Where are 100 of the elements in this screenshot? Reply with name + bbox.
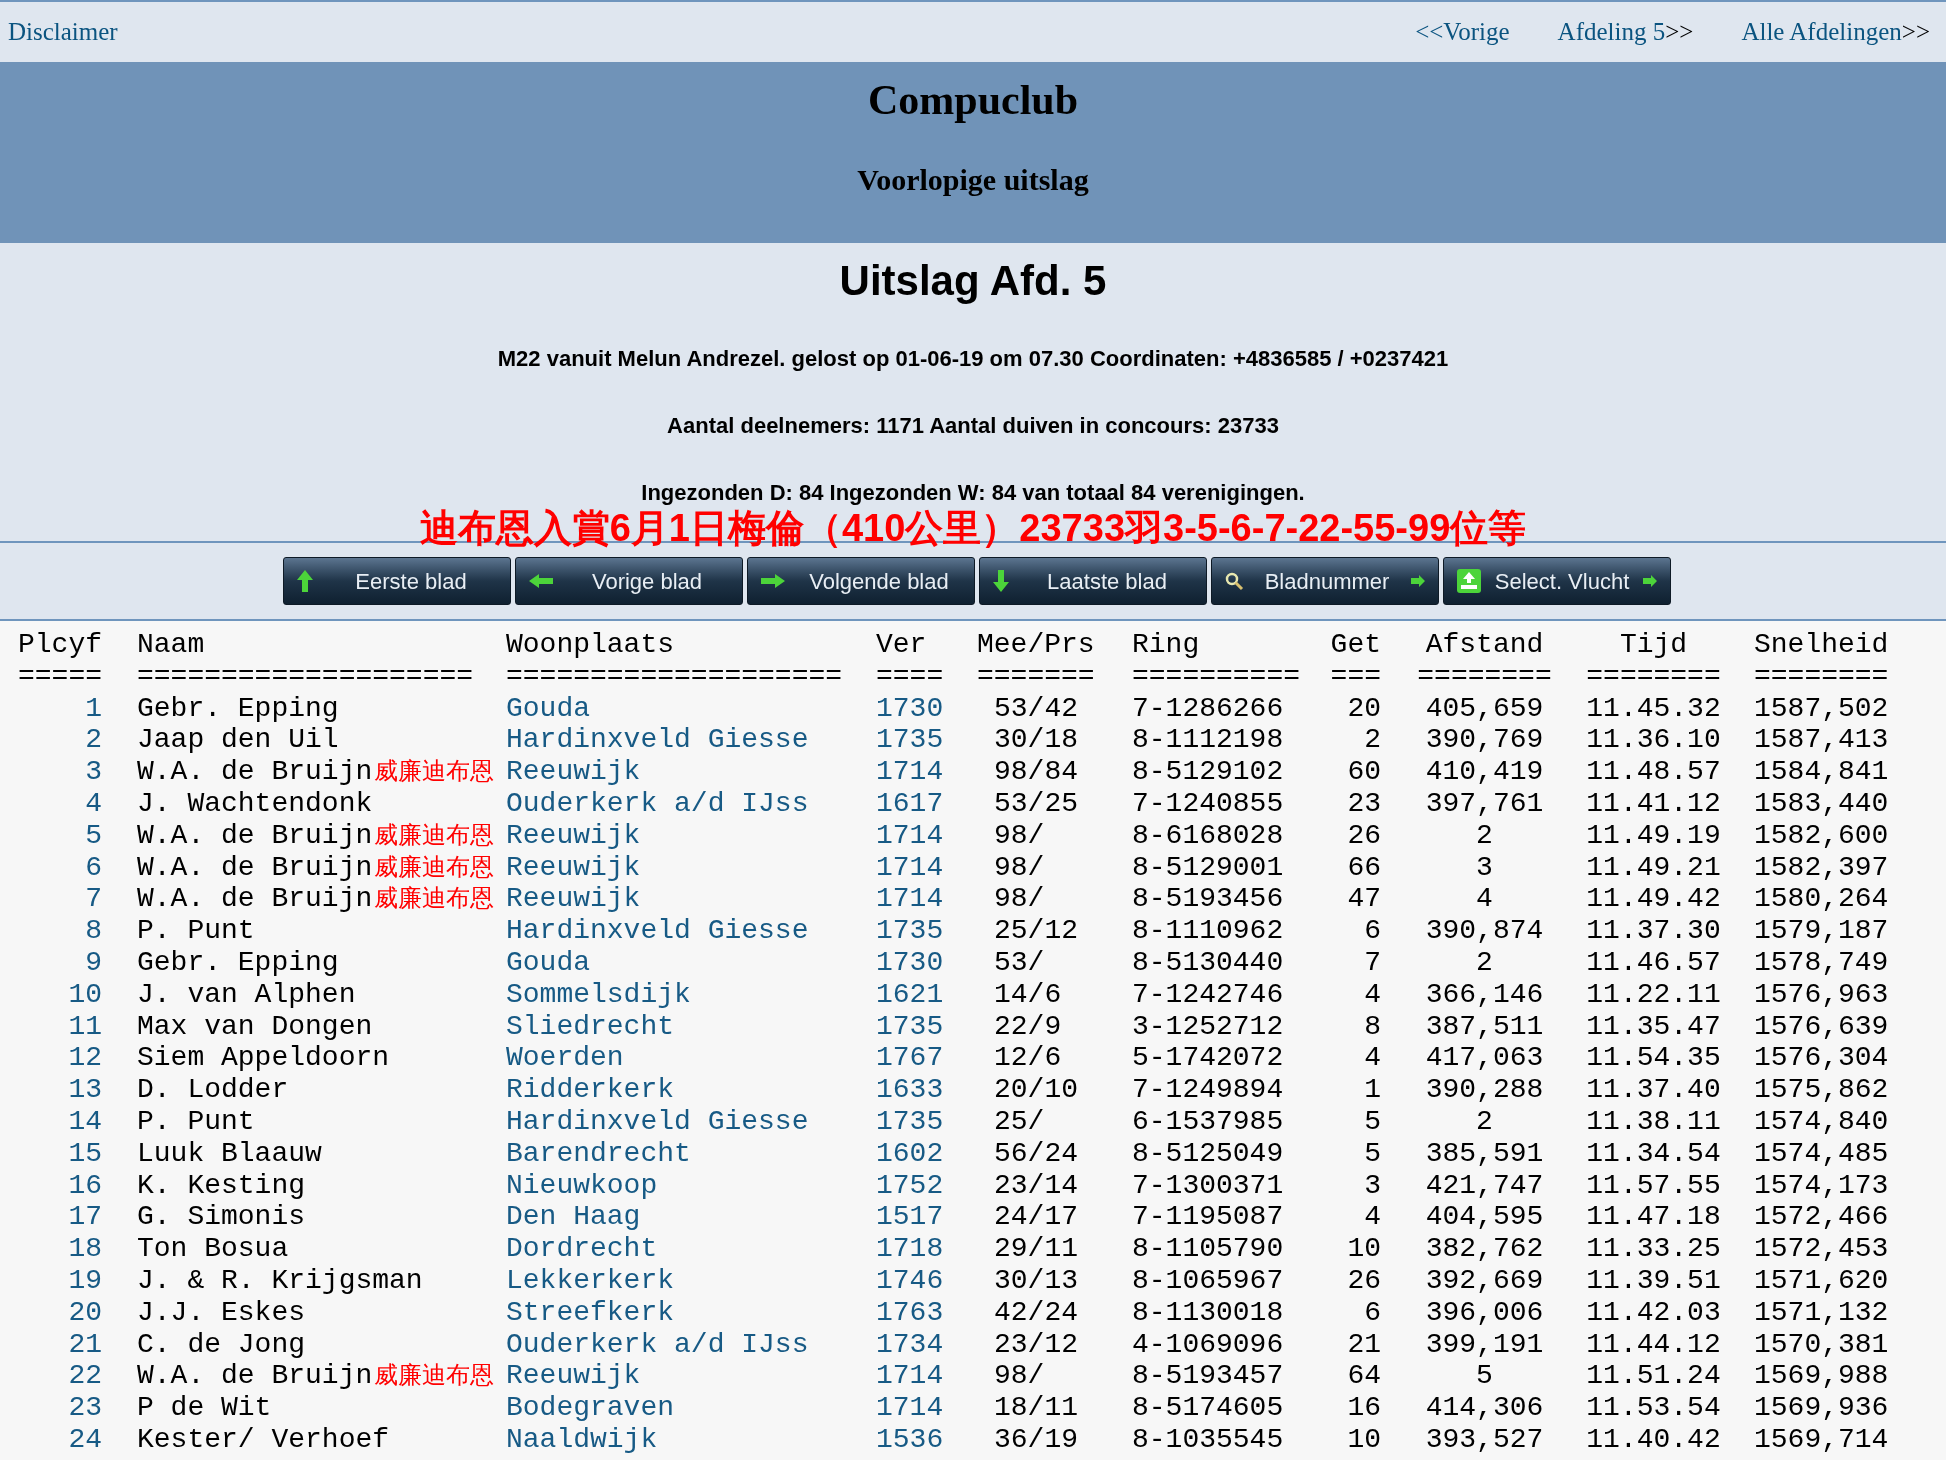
table-link[interactable]: 24 (18, 1423, 102, 1456)
table-cell-text: 56/24 (993, 1137, 1079, 1170)
table-link[interactable]: 1714 (876, 1392, 944, 1424)
table-cell: 1578,749 (1754, 946, 1890, 979)
table-link[interactable]: 8 (18, 915, 102, 947)
table-link[interactable]: 1734 (876, 1328, 944, 1361)
table-link[interactable]: Hardinxveld Giesse (506, 915, 846, 947)
table-link[interactable]: 1730 (876, 946, 944, 979)
table-link[interactable]: 1718 (876, 1233, 944, 1265)
toolbar-button[interactable]: Volgende blad (747, 557, 975, 605)
table-link[interactable]: 1633 (876, 1074, 944, 1106)
table-link[interactable]: 1746 (876, 1264, 944, 1297)
nav-link-arrows: >> (1665, 17, 1694, 48)
table-link[interactable]: 1735 (876, 915, 944, 947)
table-cell-text: 6 (1363, 1296, 1381, 1329)
table-link[interactable]: 1763 (876, 1296, 944, 1329)
table-link[interactable]: 13 (18, 1074, 102, 1106)
table-link[interactable]: Reeuwijk (506, 1360, 846, 1393)
table-cell: 11.41.12 (1586, 788, 1721, 820)
table-link[interactable]: 21 (18, 1328, 102, 1361)
nav-link[interactable]: <<Vorige (1415, 13, 1510, 51)
table-link[interactable]: 15 (18, 1137, 102, 1170)
toolbar-button[interactable]: Select. Vlucht (1443, 557, 1671, 605)
table-link[interactable]: 1621 (876, 978, 944, 1011)
table-link[interactable]: 1730 (876, 692, 944, 725)
table-cell-text: 5-1742072 (1132, 1042, 1285, 1075)
table-link[interactable]: Reeuwijk (506, 819, 846, 852)
table-link[interactable]: 1767 (876, 1042, 944, 1075)
table-cell: 1572,453 (1754, 1233, 1890, 1265)
table-link[interactable]: 2 (18, 724, 102, 757)
table-link[interactable]: 14 (18, 1105, 102, 1138)
table-link[interactable]: 5 (18, 819, 102, 852)
table-link[interactable]: Nieuwkoop (506, 1169, 846, 1202)
table-link[interactable]: 18 (18, 1233, 102, 1265)
toolbar-button[interactable]: Eerste blad (283, 557, 511, 605)
table-link[interactable]: 22 (18, 1360, 102, 1393)
table-link[interactable]: 10 (18, 978, 102, 1011)
disclaimer-link[interactable]: Disclaimer (8, 13, 118, 51)
table-link[interactable]: 1714 (876, 756, 944, 788)
table-link[interactable]: 9 (18, 946, 102, 979)
table-link[interactable]: 19 (18, 1264, 102, 1297)
table-cell: 1584,841 (1754, 756, 1890, 788)
table-link[interactable]: Ouderkerk a/d IJss (506, 788, 846, 820)
table-link[interactable]: Den Haag (506, 1201, 846, 1234)
table-link[interactable]: Gouda (506, 692, 846, 725)
nav-link[interactable]: Alle Afdelingen (1741, 13, 1902, 51)
table-cell-text: 16 (1346, 1392, 1381, 1424)
table-link[interactable]: 11 (18, 1010, 102, 1043)
table-link[interactable]: 6 (18, 851, 102, 884)
toolbar-button[interactable]: Bladnummer (1211, 557, 1439, 605)
table-link[interactable]: 23 (18, 1392, 102, 1424)
table-link[interactable]: 1735 (876, 1105, 944, 1138)
table-link[interactable]: Sommelsdijk (506, 978, 846, 1011)
table-cell: 11.42.03 (1586, 1296, 1721, 1329)
table-cell-text: 98/ (993, 883, 1046, 916)
table-link[interactable]: 7 (18, 883, 102, 916)
table-cell: 11.44.12 (1586, 1328, 1721, 1361)
table-link[interactable]: 1 (18, 692, 102, 725)
table-link[interactable]: Bodegraven (506, 1392, 846, 1424)
toolbar-button[interactable]: Vorige blad (515, 557, 743, 605)
table-link[interactable]: 1714 (876, 1360, 944, 1393)
table-link[interactable]: Streefkerk (506, 1296, 846, 1329)
table-link[interactable]: Reeuwijk (506, 851, 846, 884)
table-link[interactable]: Sliedrecht (506, 1010, 846, 1043)
table-link[interactable]: 1714 (876, 851, 944, 884)
table-cell-text: 5 (1475, 1360, 1494, 1393)
table-link[interactable]: 1735 (876, 1010, 944, 1043)
table-cell: 1576,963 (1754, 978, 1890, 1011)
table-link[interactable]: 16 (18, 1169, 102, 1202)
table-link[interactable]: 12 (18, 1042, 102, 1075)
table-link[interactable]: 1752 (876, 1169, 944, 1202)
table-link[interactable]: Woerden (506, 1042, 846, 1075)
table-link[interactable]: Lekkerkerk (506, 1264, 846, 1297)
table-link[interactable]: Hardinxveld Giesse (506, 724, 846, 757)
table-link[interactable]: 4 (18, 788, 102, 820)
table-link[interactable]: 1602 (876, 1137, 944, 1170)
table-link[interactable]: Ouderkerk a/d IJss (506, 1328, 846, 1361)
table-link[interactable]: Dordrecht (506, 1233, 846, 1265)
table-cell-text: 405,659 (1424, 692, 1545, 725)
table-cell: 1583,440 (1754, 788, 1890, 820)
table-link[interactable]: 1735 (876, 724, 944, 757)
table-link[interactable]: Hardinxveld Giesse (506, 1105, 846, 1138)
table-link[interactable]: 17 (18, 1201, 102, 1234)
nav-link[interactable]: Afdeling 5 (1557, 13, 1666, 51)
table-link[interactable]: 3 (18, 756, 102, 788)
table-link[interactable]: 1536 (876, 1423, 944, 1456)
table-cell-text: 414,306 (1424, 1392, 1545, 1424)
table-link[interactable]: Reeuwijk (506, 883, 846, 916)
table-cell-text: 22/9 (993, 1010, 1063, 1043)
table-link[interactable]: 1517 (876, 1201, 944, 1234)
table-link[interactable]: Gouda (506, 946, 846, 979)
table-link[interactable]: 1714 (876, 819, 944, 852)
table-link[interactable]: Barendrecht (506, 1137, 846, 1170)
table-link[interactable]: 20 (18, 1296, 102, 1329)
table-link[interactable]: Reeuwijk (506, 756, 846, 788)
table-link[interactable]: Ridderkerk (506, 1074, 846, 1106)
toolbar-button[interactable]: Laatste blad (979, 557, 1207, 605)
table-link[interactable]: 1714 (876, 883, 944, 916)
table-link[interactable]: Naaldwijk (506, 1423, 846, 1456)
table-link[interactable]: 1617 (876, 788, 944, 820)
